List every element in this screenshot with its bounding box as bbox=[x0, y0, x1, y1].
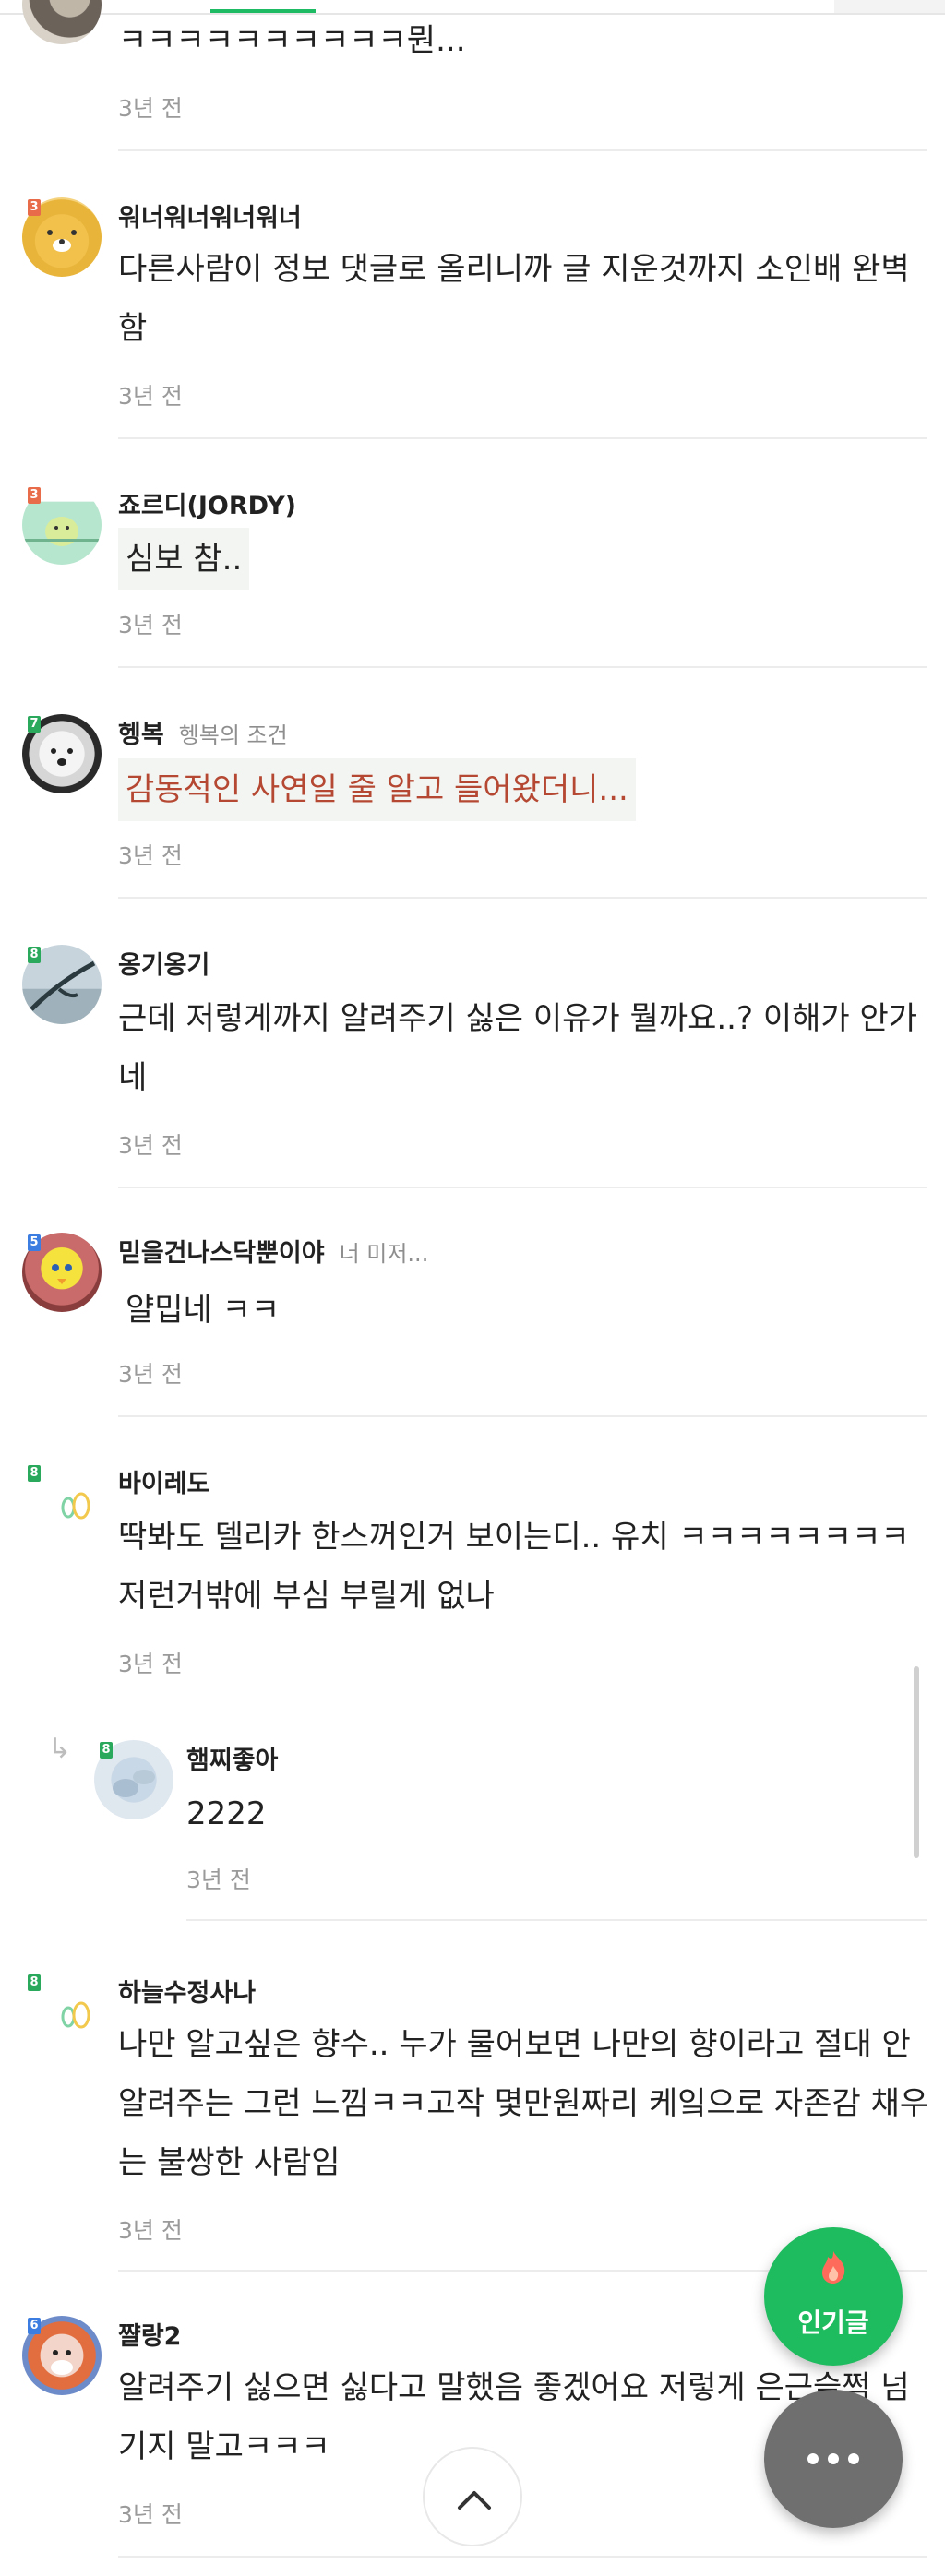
popular-posts-button[interactable]: 인기글 bbox=[764, 2227, 903, 2366]
comment-time: 3년 전 bbox=[186, 1866, 251, 1893]
comment-text: 심보 참.. bbox=[118, 528, 250, 590]
author-name: 햄찌좋아 bbox=[186, 1747, 279, 1775]
divider bbox=[118, 149, 927, 151]
comment-author[interactable]: 믿을건나스닥뿐이야 너 미저... bbox=[118, 1233, 428, 1269]
author-name: 헹복 bbox=[118, 721, 164, 749]
comment-time: 3년 전 bbox=[118, 1132, 183, 1159]
level-badge: 8 bbox=[100, 1742, 113, 1759]
author-tagline: 헹복의 조건 bbox=[178, 722, 288, 748]
author-name: 바이레도 bbox=[118, 1470, 210, 1498]
comment-author[interactable]: 바이레도 bbox=[118, 1463, 209, 1499]
comment-text: ㅋㅋㅋㅋㅋㅋㅋㅋㅋㅋ뭔... bbox=[118, 22, 466, 59]
flame-icon bbox=[822, 2251, 845, 2284]
level-badge: 8 bbox=[28, 947, 41, 963]
comment-author[interactable]: 햄찌좋아 bbox=[186, 1740, 278, 1776]
divider bbox=[186, 1919, 927, 1921]
author-name: 옹기옹기 bbox=[118, 951, 210, 980]
chevron-up-icon bbox=[458, 2491, 491, 2510]
divider bbox=[118, 1187, 927, 1188]
divider bbox=[118, 437, 927, 439]
comment-time: 3년 전 bbox=[118, 1361, 183, 1388]
level-badge: 5 bbox=[28, 1234, 41, 1251]
comment-author[interactable]: 워너워너워너워너 bbox=[118, 197, 302, 233]
comment-author[interactable]: 죠르디(JORDY) bbox=[118, 485, 296, 521]
author-name: 믿을건나스닥뿐이야 bbox=[118, 1239, 325, 1268]
author-tagline: 너 미저... bbox=[339, 1241, 429, 1267]
comment-author[interactable]: 쨜랑2 bbox=[118, 2316, 181, 2352]
comment-text: 2222 bbox=[186, 1795, 267, 1832]
comment-time: 3년 전 bbox=[118, 383, 183, 410]
author-name: 쨜랑2 bbox=[118, 2322, 182, 2351]
level-badge: 8 bbox=[28, 1465, 41, 1482]
more-dots-icon bbox=[807, 2453, 859, 2464]
comment-time: 3년 전 bbox=[118, 95, 183, 122]
author-name: 죠르디(JORDY) bbox=[118, 492, 296, 520]
comment-author[interactable]: 하늘수정사나 bbox=[118, 1973, 256, 2009]
comment-text: 얄밉네 ㅋㅋ bbox=[118, 1279, 288, 1342]
scroll-to-top-button[interactable] bbox=[423, 2447, 522, 2546]
comment-time: 3년 전 bbox=[118, 612, 183, 638]
author-name: 하늘수정사나 bbox=[118, 1979, 257, 2008]
comment-text: 딱봐도 델리카 한스꺼인거 보이는디.. 유치 ㅋㅋㅋㅋㅋㅋㅋㅋ 저런거밖에 부… bbox=[118, 1519, 910, 1615]
comment-text: 감동적인 사연일 줄 알고 들어왔더니... bbox=[118, 758, 636, 821]
comment-time: 3년 전 bbox=[118, 1651, 183, 1677]
comment-text: 나만 알고싶은 향수.. 누가 물어보면 나만의 향이라고 절대 안 알려주는 … bbox=[118, 2026, 929, 2181]
popular-posts-label: 인기글 bbox=[797, 2308, 869, 2338]
comment-time: 3년 전 bbox=[118, 2217, 183, 2244]
comment-author[interactable]: 옹기옹기 bbox=[118, 945, 209, 981]
comment-time: 3년 전 bbox=[118, 842, 183, 869]
author-name: 워너워너워너워너 bbox=[118, 204, 302, 233]
more-options-button[interactable] bbox=[764, 2390, 903, 2528]
level-badge: 3 bbox=[28, 199, 41, 216]
divider bbox=[118, 666, 927, 668]
level-badge: 7 bbox=[28, 716, 41, 733]
comment-author[interactable]: 헹복 헹복의 조건 bbox=[118, 714, 288, 750]
avatar[interactable] bbox=[22, 0, 102, 44]
level-badge: 3 bbox=[28, 487, 41, 504]
level-badge: 8 bbox=[28, 1974, 41, 1991]
comment-text: 근데 저렇게까지 알려주기 싫은 이유가 뭘까요..? 이해가 안가네 bbox=[118, 1000, 918, 1096]
divider bbox=[118, 2556, 927, 2558]
comment-time: 3년 전 bbox=[118, 2501, 183, 2528]
reply-arrow-icon: ↳ bbox=[48, 1733, 72, 1765]
level-badge: 6 bbox=[28, 2318, 41, 2334]
comment-text: 다른사람이 정보 댓글로 올리니까 글 지운것까지 소인배 완벽함 bbox=[118, 251, 910, 347]
divider bbox=[118, 1415, 927, 1417]
scrollbar[interactable] bbox=[914, 1666, 919, 1858]
divider bbox=[118, 897, 927, 899]
